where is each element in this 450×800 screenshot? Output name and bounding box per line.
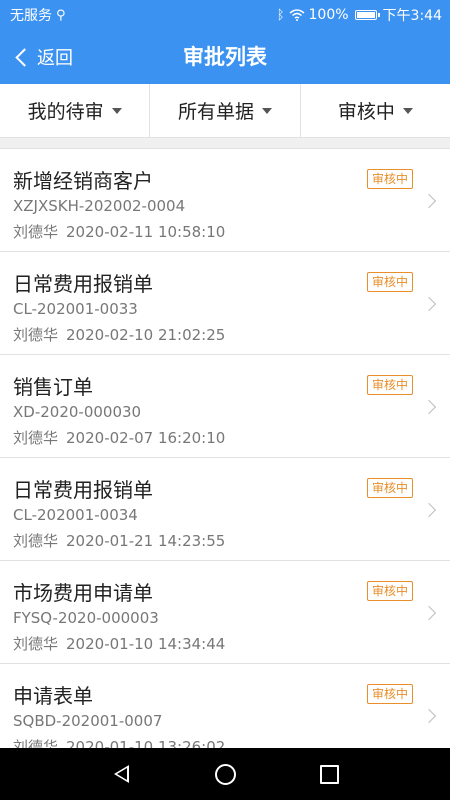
status-left: 无服务 ⚲	[10, 5, 66, 25]
filter-label: 审核中	[337, 101, 395, 123]
usb-icon: ⚲	[56, 7, 66, 23]
clock: 下午3:44	[382, 8, 442, 24]
status-badge: 审核中	[367, 272, 414, 292]
item-datetime: 2020-01-10 14:34:44	[66, 635, 226, 653]
item-datetime: 2020-02-07 16:20:10	[66, 429, 226, 447]
list-item[interactable]: 新增经销商客户 审核中 XZJXSKH-202002-0004 刘德华 2020-…	[0, 149, 450, 252]
chevron-right-icon	[421, 296, 437, 312]
item-datetime: 2020-02-11 10:58:10	[66, 223, 226, 241]
bluetooth-icon: ᛒ	[276, 7, 285, 23]
item-title: 申请表单	[13, 684, 93, 708]
status-badge: 审核中	[367, 478, 414, 498]
item-meta: 刘德华 2020-02-10 21:02:25	[13, 324, 225, 345]
square-recents-icon	[319, 764, 339, 784]
system-navigation-bar	[0, 748, 450, 800]
list-item[interactable]: 日常费用报销单 审核中 CL-202001-0034 刘德华 2020-01-21…	[0, 458, 450, 561]
battery-icon	[354, 10, 380, 20]
item-user: 刘德华	[13, 532, 59, 550]
filter-label: 我的待审	[27, 101, 104, 123]
list-item[interactable]: 市场费用申请单 审核中 FYSQ-2020-000003 刘德华 2020-01-…	[0, 561, 450, 664]
item-user: 刘德华	[13, 635, 59, 653]
item-code: SQBD-202001-0007	[13, 712, 163, 730]
item-code: XZJXSKH-202002-0004	[13, 197, 186, 215]
chevron-right-icon	[421, 502, 437, 518]
chevron-right-icon	[421, 193, 437, 209]
item-title: 日常费用报销单	[13, 478, 153, 502]
wifi-icon	[289, 9, 305, 21]
filter-document-type[interactable]: 所有单据	[150, 84, 301, 137]
circle-home-icon	[214, 763, 236, 785]
item-code: FYSQ-2020-000003	[13, 609, 159, 627]
triangle-back-icon	[113, 765, 129, 783]
filter-bar: 我的待审 所有单据 审核中	[0, 84, 450, 138]
status-badge: 审核中	[367, 375, 414, 395]
nav-recents-button[interactable]	[317, 762, 341, 786]
status-right: ᛒ 100% 下午3:44	[277, 5, 442, 25]
approval-list[interactable]: 新增经销商客户 审核中 XZJXSKH-202002-0004 刘德华 2020-…	[0, 148, 450, 749]
status-badge: 审核中	[367, 684, 414, 704]
chevron-right-icon	[421, 399, 437, 415]
chevron-right-icon	[421, 708, 437, 724]
item-meta: 刘德华 2020-02-11 10:58:10	[13, 221, 225, 242]
item-datetime: 2020-01-21 14:23:55	[66, 532, 226, 550]
item-title: 新增经销商客户	[13, 169, 153, 193]
item-user: 刘德华	[13, 326, 59, 344]
item-title: 市场费用申请单	[13, 581, 153, 605]
status-bar: 无服务 ⚲ ᛒ 100% 下午3:44	[0, 0, 450, 30]
filter-label: 所有单据	[177, 101, 254, 123]
caret-down-icon	[402, 107, 413, 114]
item-meta: 刘德华 2020-01-10 14:34:44	[13, 633, 225, 654]
battery-percent: 100%	[308, 7, 349, 23]
chevron-right-icon	[421, 605, 437, 621]
list-item[interactable]: 申请表单 审核中 SQBD-202001-0007 刘德华 2020-01-10 …	[0, 664, 450, 749]
carrier-label: 无服务	[10, 8, 52, 24]
item-datetime: 2020-02-10 21:02:25	[66, 326, 226, 344]
nav-home-button[interactable]	[213, 762, 237, 786]
item-code: XD-2020-000030	[13, 403, 142, 421]
caret-down-icon	[262, 107, 272, 114]
nav-back-button[interactable]	[109, 762, 133, 786]
caret-down-icon	[111, 107, 122, 114]
item-user: 刘德华	[13, 429, 59, 447]
filter-status[interactable]: 审核中	[301, 84, 450, 137]
page-title: 审批列表	[183, 45, 267, 69]
item-code: CL-202001-0034	[13, 506, 138, 524]
status-badge: 审核中	[367, 169, 414, 189]
item-title: 日常费用报销单	[13, 272, 153, 296]
status-badge: 审核中	[367, 581, 414, 601]
item-meta: 刘德华 2020-02-07 16:20:10	[13, 427, 225, 448]
nav-bar: 返回 审批列表	[0, 30, 450, 84]
list-item[interactable]: 日常费用报销单 审核中 CL-202001-0033 刘德华 2020-02-10…	[0, 252, 450, 355]
list-item[interactable]: 销售订单 审核中 XD-2020-000030 刘德华 2020-02-07 16…	[0, 355, 450, 458]
filter-my-pending[interactable]: 我的待审	[0, 84, 151, 137]
item-meta: 刘德华 2020-01-21 14:23:55	[13, 530, 225, 551]
item-code: CL-202001-0033	[13, 300, 138, 318]
item-title: 销售订单	[13, 375, 93, 399]
item-user: 刘德华	[13, 223, 59, 241]
